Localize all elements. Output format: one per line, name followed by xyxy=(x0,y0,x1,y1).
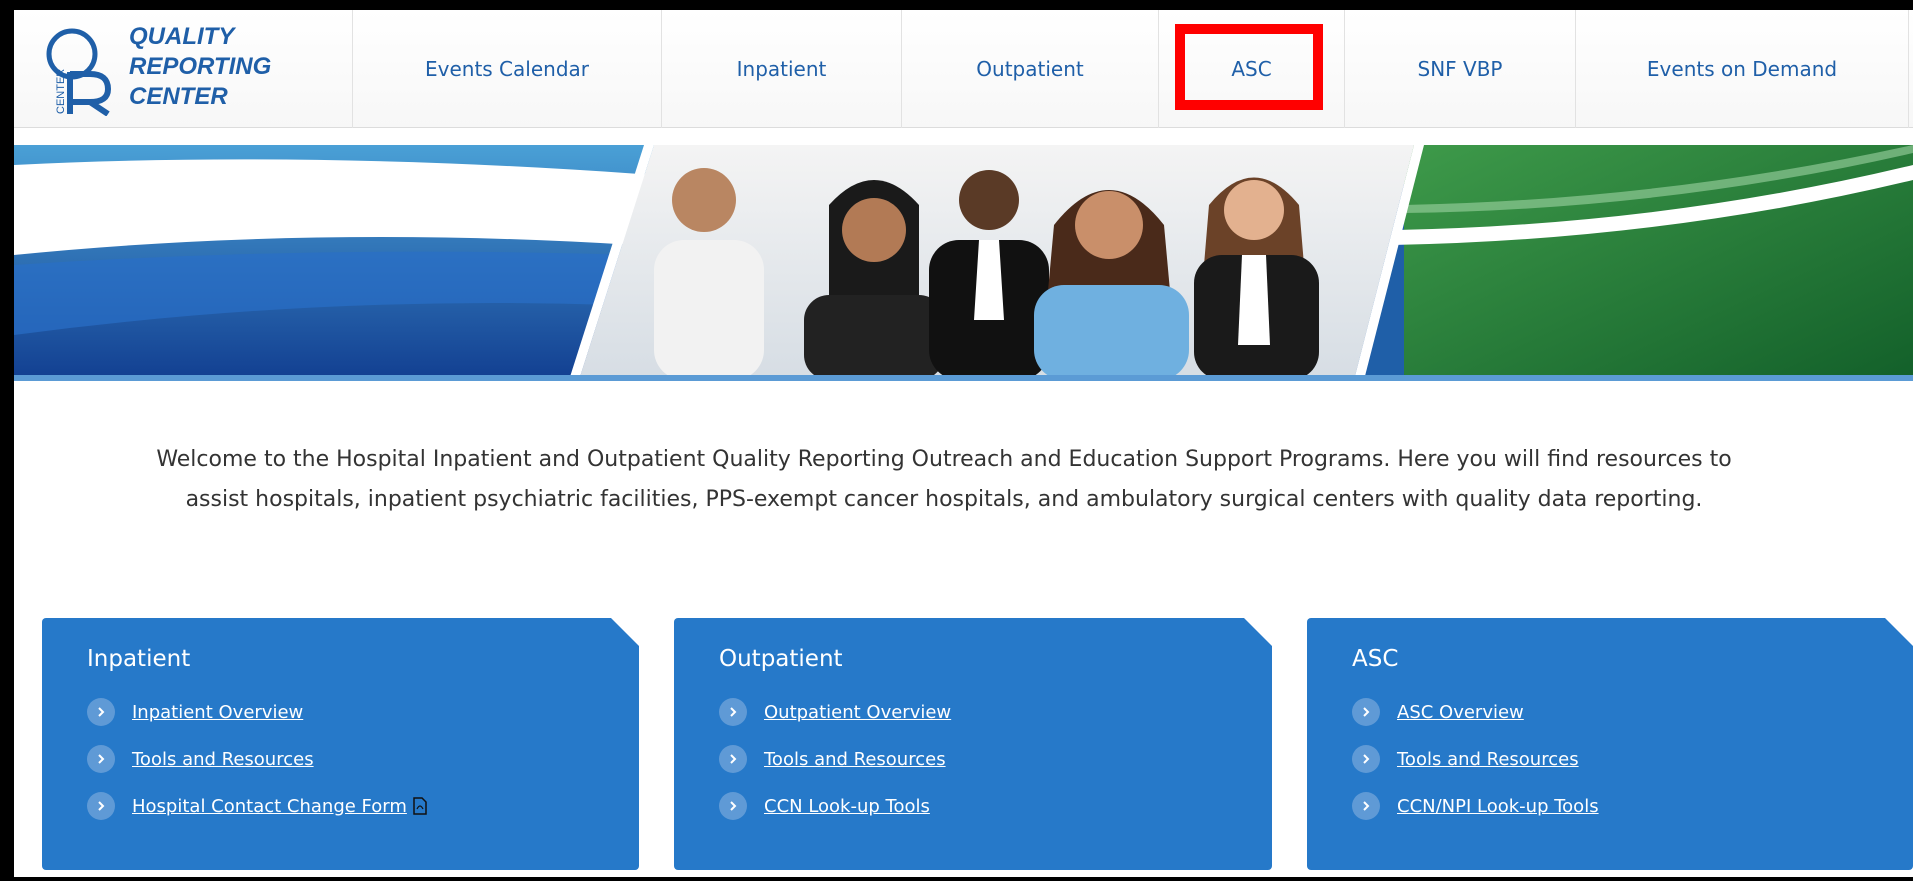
hero-banner xyxy=(14,145,1913,380)
chevron-right-icon xyxy=(719,698,747,726)
chevron-right-icon xyxy=(719,792,747,820)
chevron-right-icon xyxy=(1352,698,1380,726)
pdf-icon xyxy=(413,797,427,815)
chevron-right-icon xyxy=(1352,792,1380,820)
card-link-item[interactable]: Inpatient Overview xyxy=(87,698,427,726)
nav-label: Events Calendar xyxy=(424,57,589,81)
tools-and-resources-link[interactable]: Tools and Resources xyxy=(132,749,314,770)
inpatient-overview-link[interactable]: Inpatient Overview xyxy=(132,702,303,723)
card-link-item[interactable]: Tools and Resources xyxy=(87,745,427,773)
card-link-item[interactable]: CCN Look-up Tools xyxy=(719,792,951,820)
card-title: Inpatient xyxy=(87,646,191,672)
nav-label: Outpatient xyxy=(976,57,1084,81)
card-link-item[interactable]: Hospital Contact Change Form xyxy=(87,792,427,820)
card-link-item[interactable]: Tools and Resources xyxy=(719,745,951,773)
card-inpatient: Inpatient Inpatient Overview Tools and R… xyxy=(42,618,639,870)
logo-line-3: CENTER xyxy=(129,83,228,110)
chevron-right-icon xyxy=(719,745,747,773)
tools-and-resources-link[interactable]: Tools and Resources xyxy=(1397,749,1579,770)
banner-divider xyxy=(14,375,1913,381)
ccn-lookup-tools-link[interactable]: CCN Look-up Tools xyxy=(764,796,930,817)
banner-image xyxy=(14,145,1913,380)
welcome-line-2: assist hospitals, inpatient psychiatric … xyxy=(185,487,1703,512)
logo-line-2: REPORTING xyxy=(129,53,272,80)
card-asc: ASC ASC Overview Tools and Resources CCN… xyxy=(1307,618,1913,870)
hospital-contact-change-form-link[interactable]: Hospital Contact Change Form xyxy=(132,796,407,817)
site-logo[interactable]: CENTER QUALITY REPORTING CENTER xyxy=(14,10,353,128)
card-link-item[interactable]: Tools and Resources xyxy=(1352,745,1599,773)
nav-label: Events on Demand xyxy=(1646,57,1838,81)
chevron-right-icon xyxy=(87,792,115,820)
nav-outpatient[interactable]: Outpatient xyxy=(902,10,1159,128)
nav-events-on-demand[interactable]: Events on Demand xyxy=(1576,10,1909,128)
nav-snf-vbp[interactable]: SNF VBP xyxy=(1345,10,1576,128)
logo-wordmark: QUALITY REPORTING CENTER xyxy=(129,22,271,112)
card-links: Outpatient Overview Tools and Resources … xyxy=(719,698,951,839)
card-title: Outpatient xyxy=(719,646,843,672)
chevron-right-icon xyxy=(1352,745,1380,773)
nav-asc[interactable]: ASC xyxy=(1159,10,1345,128)
nav-label: Inpatient xyxy=(736,57,827,81)
card-link-item[interactable]: ASC Overview xyxy=(1352,698,1599,726)
tools-and-resources-link[interactable]: Tools and Resources xyxy=(764,749,946,770)
page-frame: CENTER QUALITY REPORTING CENTER Events C… xyxy=(0,0,1913,881)
welcome-text: Welcome to the Hospital Inpatient and Ou… xyxy=(144,440,1744,520)
card-link-item[interactable]: Outpatient Overview xyxy=(719,698,951,726)
site-header: CENTER QUALITY REPORTING CENTER Events C… xyxy=(14,10,1913,128)
card-outpatient: Outpatient Outpatient Overview Tools and… xyxy=(674,618,1272,870)
chevron-right-icon xyxy=(87,698,115,726)
logo-line-1: QUALITY xyxy=(129,23,235,50)
ccn-npi-lookup-tools-link[interactable]: CCN/NPI Look-up Tools xyxy=(1397,796,1599,817)
card-link-item[interactable]: CCN/NPI Look-up Tools xyxy=(1352,792,1599,820)
qrc-logo-mark-icon: CENTER xyxy=(46,28,112,116)
welcome-line-1: Welcome to the Hospital Inpatient and Ou… xyxy=(156,447,1732,472)
nav-label: SNF VBP xyxy=(1417,57,1503,81)
outpatient-overview-link[interactable]: Outpatient Overview xyxy=(764,702,951,723)
asc-overview-link[interactable]: ASC Overview xyxy=(1397,702,1524,723)
card-links: ASC Overview Tools and Resources CCN/NPI… xyxy=(1352,698,1599,839)
main-nav: Events Calendar Inpatient Outpatient ASC… xyxy=(353,10,1909,128)
chevron-right-icon xyxy=(87,745,115,773)
card-links: Inpatient Overview Tools and Resources H… xyxy=(87,698,427,839)
card-title: ASC xyxy=(1352,646,1399,672)
logo-mark-text: CENTER xyxy=(55,69,67,114)
nav-events-calendar[interactable]: Events Calendar xyxy=(353,10,662,128)
nav-inpatient[interactable]: Inpatient xyxy=(662,10,902,128)
highlight-box xyxy=(1175,24,1323,110)
